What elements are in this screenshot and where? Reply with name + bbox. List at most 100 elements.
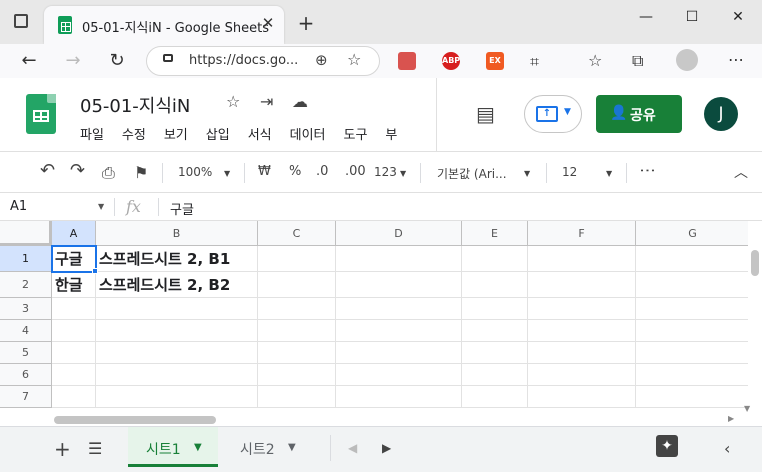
- grid-cell[interactable]: [636, 364, 748, 386]
- more-options-icon[interactable]: ⋮: [639, 163, 658, 179]
- grid-cell[interactable]: [52, 342, 96, 364]
- doc-title[interactable]: 05-01-지식iN: [80, 92, 190, 118]
- grid-cell[interactable]: [52, 386, 96, 408]
- new-tab-button[interactable]: +: [294, 12, 318, 36]
- column-header-c[interactable]: C: [258, 221, 336, 246]
- grid-cell[interactable]: [52, 364, 96, 386]
- side-panel-chevron-left-icon[interactable]: ‹: [724, 439, 730, 458]
- chevron-down-icon[interactable]: ▼: [194, 442, 202, 453]
- menu-insert[interactable]: 삽입: [206, 128, 230, 143]
- column-header-g[interactable]: G: [636, 221, 748, 246]
- forward-icon[interactable]: →: [60, 48, 86, 74]
- print-icon[interactable]: ⎙: [102, 163, 115, 183]
- grid-cell[interactable]: [636, 298, 748, 320]
- grid-cell[interactable]: [96, 342, 258, 364]
- redo-icon[interactable]: ↷: [70, 160, 85, 181]
- maximize-button[interactable]: ☐: [672, 6, 712, 28]
- url-bar[interactable]: https://docs.go... ⊕ ☆: [146, 46, 380, 76]
- menu-addons[interactable]: 부: [385, 128, 397, 143]
- grid-cell[interactable]: [96, 386, 258, 408]
- row-header-3[interactable]: 3: [0, 298, 52, 320]
- formula-input[interactable]: 구글: [170, 199, 194, 218]
- star-icon[interactable]: ☆: [226, 92, 240, 111]
- row-header-2[interactable]: 2: [0, 272, 52, 298]
- grid-cell[interactable]: [528, 246, 636, 272]
- column-header-b[interactable]: B: [96, 221, 258, 246]
- paint-format-icon[interactable]: ⚑: [134, 163, 148, 182]
- grid-cell[interactable]: [528, 298, 636, 320]
- format-chevron-down-icon[interactable]: ▼: [400, 169, 406, 178]
- cell-b1[interactable]: 스프레드시트 2, B1: [96, 246, 258, 272]
- favorites-icon[interactable]: ☆: [588, 51, 602, 70]
- comment-history-icon[interactable]: ▤: [476, 102, 495, 126]
- column-header-f[interactable]: F: [528, 221, 636, 246]
- scroll-tabs-right-icon[interactable]: ▶: [382, 441, 391, 455]
- grid-cell[interactable]: [336, 342, 462, 364]
- fill-handle[interactable]: [92, 268, 98, 274]
- row-header-5[interactable]: 5: [0, 342, 52, 364]
- row-header-4[interactable]: 4: [0, 320, 52, 342]
- increase-decimal-button[interactable]: .00: [345, 164, 366, 179]
- column-header-a[interactable]: A: [52, 221, 96, 246]
- grid-cell[interactable]: [636, 320, 748, 342]
- grid-cell[interactable]: [528, 342, 636, 364]
- grid-cell[interactable]: [258, 364, 336, 386]
- extension-ex-icon[interactable]: EX: [486, 52, 504, 70]
- grid-cell[interactable]: [258, 246, 336, 272]
- grid-cell[interactable]: [336, 320, 462, 342]
- profile-icon[interactable]: [676, 49, 698, 71]
- grid-cell[interactable]: [336, 364, 462, 386]
- zoom-icon[interactable]: ⊕: [315, 51, 328, 69]
- move-folder-icon[interactable]: ⇥: [260, 92, 273, 111]
- collections-icon[interactable]: ⧉: [632, 51, 643, 71]
- spreadsheet-grid[interactable]: A B C D E F G 1 2 3 4 5 6 7 구글 스프레드시트 2,…: [0, 221, 748, 414]
- scroll-tabs-left-icon[interactable]: ◀: [348, 441, 357, 455]
- menu-format[interactable]: 서식: [248, 128, 272, 143]
- back-icon[interactable]: ←: [16, 48, 42, 74]
- menu-edit[interactable]: 수정: [122, 128, 146, 143]
- close-window-button[interactable]: ✕: [718, 6, 758, 28]
- cell-a2[interactable]: 한글: [52, 272, 96, 298]
- minimize-button[interactable]: —: [626, 6, 666, 28]
- tab-close-icon[interactable]: ✕: [258, 13, 278, 33]
- vertical-scroll-thumb[interactable]: [751, 250, 759, 276]
- menu-view[interactable]: 보기: [164, 128, 188, 143]
- font-select[interactable]: 기본값 (Ari...: [437, 165, 507, 182]
- grid-cell[interactable]: [336, 246, 462, 272]
- collapse-chevron-up-icon[interactable]: ︿: [734, 162, 748, 182]
- user-avatar[interactable]: J: [704, 97, 738, 131]
- share-button[interactable]: 👤 공유: [596, 95, 682, 133]
- grid-cell[interactable]: [528, 364, 636, 386]
- grid-cell[interactable]: [636, 272, 748, 298]
- grid-cell[interactable]: [462, 298, 528, 320]
- zoom-select[interactable]: 100%: [178, 165, 212, 179]
- cloud-saved-icon[interactable]: ☁: [292, 92, 308, 111]
- cell-b2[interactable]: 스프레드시트 2, B2: [96, 272, 258, 298]
- grid-cell[interactable]: [52, 320, 96, 342]
- vertical-scrollbar[interactable]: [748, 246, 762, 412]
- grid-cell[interactable]: [636, 246, 748, 272]
- grid-cell[interactable]: [258, 320, 336, 342]
- grid-cell[interactable]: [636, 342, 748, 364]
- row-header-6[interactable]: 6: [0, 364, 52, 386]
- undo-icon[interactable]: ↶: [40, 160, 55, 181]
- grid-cell[interactable]: [462, 246, 528, 272]
- grid-cell[interactable]: [462, 272, 528, 298]
- sheets-logo-icon[interactable]: [26, 94, 56, 134]
- adblock-icon[interactable]: ABP: [442, 52, 460, 70]
- select-all-corner[interactable]: [0, 221, 52, 246]
- refresh-icon[interactable]: ↻: [104, 48, 130, 74]
- zoom-chevron-down-icon[interactable]: ▼: [224, 169, 230, 178]
- grid-cell[interactable]: [528, 272, 636, 298]
- sheet-tab-1[interactable]: 시트1 ▼: [128, 427, 218, 467]
- grid-cell[interactable]: [336, 298, 462, 320]
- grid-cell[interactable]: [462, 364, 528, 386]
- font-size-select[interactable]: 12: [562, 165, 577, 179]
- tab-actions-icon[interactable]: [14, 14, 28, 28]
- favorite-star-icon[interactable]: ☆: [347, 50, 361, 69]
- all-sheets-menu-icon[interactable]: ☰: [88, 439, 102, 458]
- menu-data[interactable]: 데이터: [290, 128, 326, 143]
- horizontal-scroll-thumb[interactable]: [54, 416, 216, 424]
- explore-icon[interactable]: ✦: [656, 435, 678, 457]
- name-box[interactable]: A1: [10, 199, 27, 214]
